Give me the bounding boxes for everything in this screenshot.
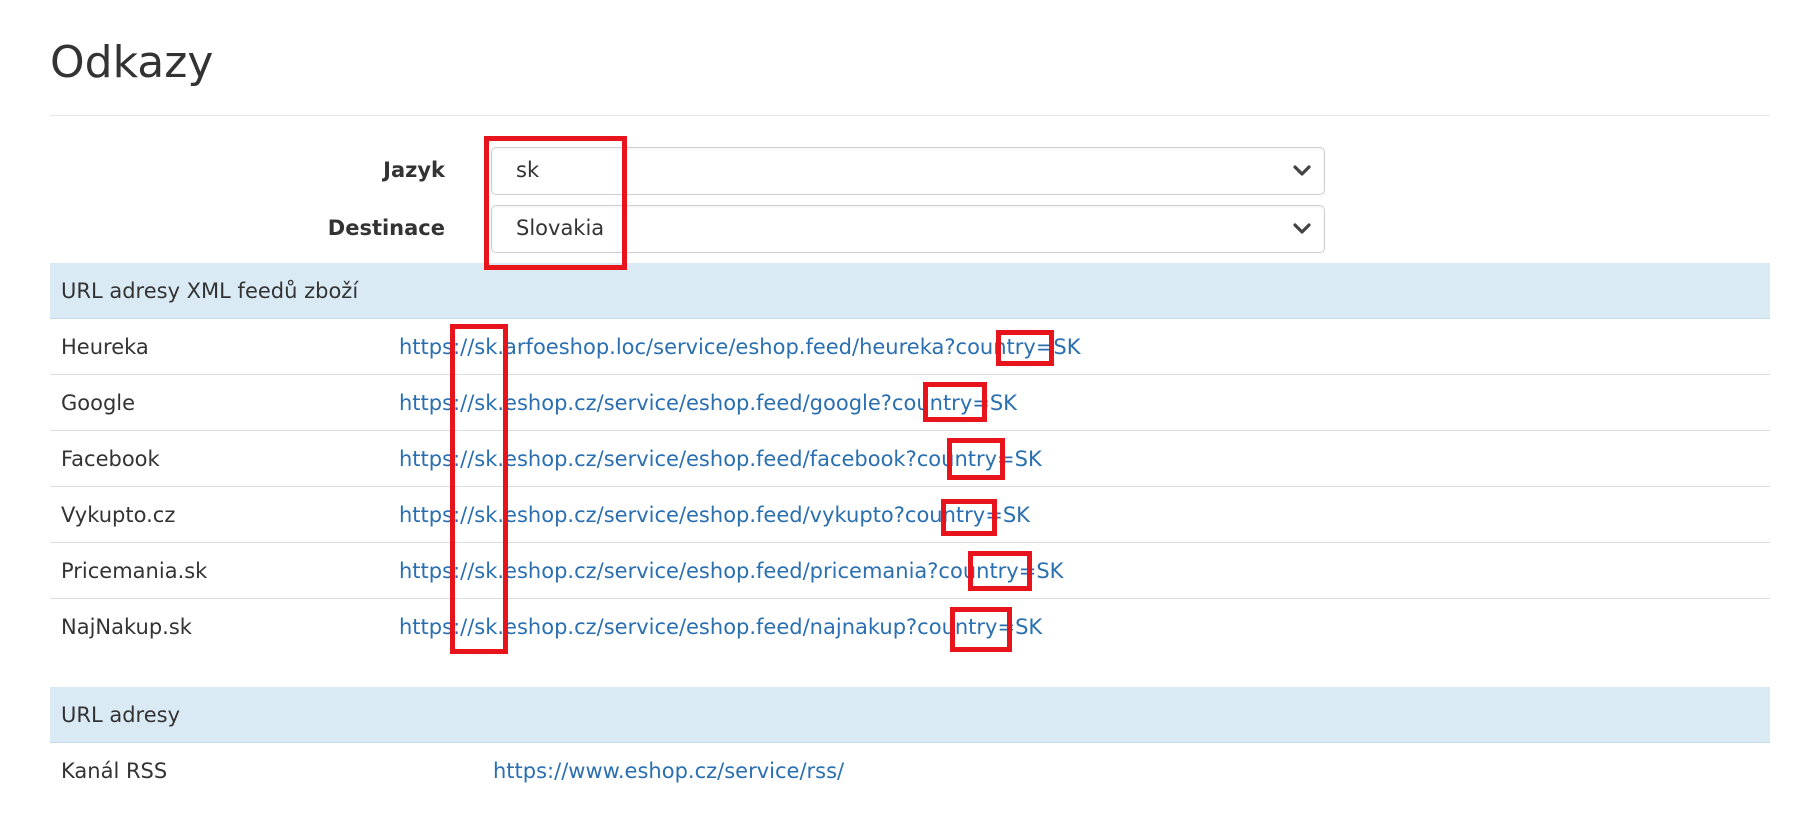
table-row: Facebook https://sk.eshop.cz/service/esh… xyxy=(50,431,1770,487)
table-row: Google https://sk.eshop.cz/service/eshop… xyxy=(50,375,1770,431)
url-name: Kanál RSS xyxy=(61,759,168,783)
feed-name: NajNakup.sk xyxy=(61,615,192,639)
chevron-down-icon xyxy=(1293,223,1311,234)
feed-url-link[interactable]: https://sk.arfoeshop.loc/service/eshop.f… xyxy=(399,319,1081,375)
table-row: Pricemania.sk https://sk.eshop.cz/servic… xyxy=(50,543,1770,599)
feed-url-link[interactable]: https://sk.eshop.cz/service/eshop.feed/g… xyxy=(399,375,1017,431)
feed-url-link[interactable]: https://sk.eshop.cz/service/eshop.feed/v… xyxy=(399,487,1030,543)
feed-name: Google xyxy=(61,391,136,415)
feed-url-link[interactable]: https://sk.eshop.cz/service/eshop.feed/f… xyxy=(399,431,1042,487)
feed-url-link[interactable]: https://sk.eshop.cz/service/eshop.feed/p… xyxy=(399,543,1063,599)
feed-name: Facebook xyxy=(61,447,160,471)
table-row: Heureka https://sk.arfoeshop.loc/service… xyxy=(50,319,1770,375)
chevron-down-icon xyxy=(1293,165,1311,176)
feeds-section-header: URL adresy XML feedů zboží xyxy=(50,263,1770,319)
table-row: Kanál RSS https://www.eshop.cz/service/r… xyxy=(50,743,1770,799)
title-divider xyxy=(50,115,1770,116)
page-title: Odkazy xyxy=(50,37,214,88)
feed-name: Vykupto.cz xyxy=(61,503,176,527)
feed-url-link[interactable]: https://sk.eshop.cz/service/eshop.feed/n… xyxy=(399,599,1042,655)
language-select[interactable]: sk xyxy=(491,147,1325,195)
rss-url-link[interactable]: https://www.eshop.cz/service/rss/ xyxy=(493,743,844,799)
table-row: NajNakup.sk https://sk.eshop.cz/service/… xyxy=(50,599,1770,655)
table-row: Vykupto.cz https://sk.eshop.cz/service/e… xyxy=(50,487,1770,543)
destination-select[interactable]: Slovakia xyxy=(491,205,1325,253)
destination-select-value: Slovakia xyxy=(516,216,605,240)
language-select-value: sk xyxy=(516,158,540,182)
feed-name: Pricemania.sk xyxy=(61,559,208,583)
feed-name: Heureka xyxy=(61,335,149,359)
language-label: Jazyk xyxy=(383,158,445,182)
urls-section-header: URL adresy xyxy=(50,687,1770,743)
destination-label: Destinace xyxy=(327,216,445,240)
